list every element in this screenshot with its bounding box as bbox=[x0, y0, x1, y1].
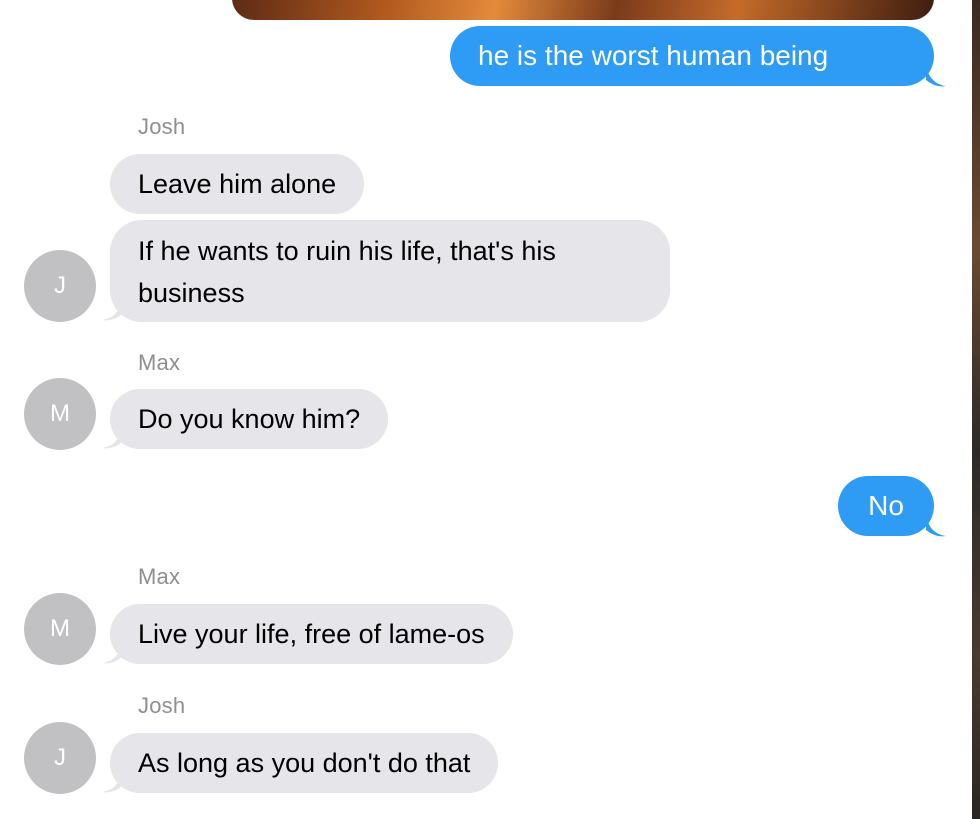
sender-name: Max bbox=[138, 350, 181, 375]
outgoing-message[interactable]: he is the worst human being bbox=[450, 26, 934, 86]
bubble-tail bbox=[926, 516, 946, 537]
incoming-message[interactable]: Live your life, free of lame-os bbox=[110, 604, 513, 664]
sender-name: Max bbox=[138, 564, 181, 589]
bubble-tail bbox=[102, 643, 122, 664]
shared-image[interactable] bbox=[232, 0, 934, 20]
avatar[interactable]: M bbox=[24, 378, 96, 450]
incoming-message[interactable]: As long as you don't do that bbox=[110, 733, 499, 793]
incoming-message[interactable]: If he wants to ruin his life, that's his… bbox=[110, 220, 670, 322]
outgoing-message[interactable]: No bbox=[838, 476, 934, 536]
bubble-tail bbox=[926, 66, 946, 87]
sender-name: Josh bbox=[138, 114, 186, 139]
avatar[interactable]: J bbox=[24, 722, 96, 794]
bubble-tail bbox=[102, 428, 122, 449]
sender-name: Josh bbox=[138, 693, 186, 718]
background-window-edge bbox=[972, 0, 980, 819]
message-thread[interactable]: he is the worst human being Josh Leave h… bbox=[0, 0, 972, 819]
incoming-message[interactable]: Leave him alone bbox=[110, 154, 365, 214]
avatar[interactable]: M bbox=[24, 593, 96, 665]
incoming-message[interactable]: Do you know him? bbox=[110, 389, 389, 449]
bubble-tail bbox=[102, 300, 122, 321]
avatar[interactable]: J bbox=[24, 250, 96, 322]
bubble-tail bbox=[102, 772, 122, 793]
